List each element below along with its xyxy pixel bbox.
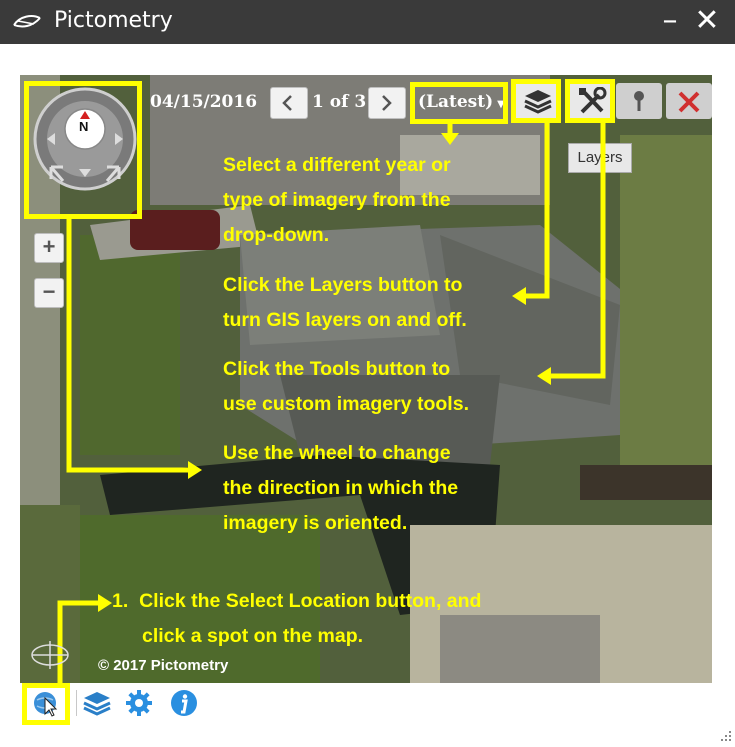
instruction-select-1: 1. Click the Select Location button, and <box>112 590 482 612</box>
close-button[interactable]: ✕ <box>692 6 722 36</box>
instruction-layers-1: Click the Layers button to <box>223 274 463 296</box>
instruction-wheel-3: imagery is oriented. <box>223 512 408 534</box>
north-arrow-icon <box>31 641 69 669</box>
title-bar: Pictometry – ✕ <box>0 0 735 44</box>
map-view[interactable]: N + − 04/15/2016 1 of 3 (Latest) ▼ Layer… <box>20 75 712 683</box>
instruction-wheel-2: the direction in which the <box>223 477 459 499</box>
gear-icon[interactable] <box>124 688 154 718</box>
instruction-year-1: Select a different year or <box>223 154 451 176</box>
copyright-text: © 2017 Pictometry <box>98 657 229 674</box>
minimize-button[interactable]: – <box>655 6 685 36</box>
instruction-year-3: drop-down. <box>223 224 330 246</box>
info-icon[interactable] <box>169 688 199 718</box>
instruction-tools-1: Click the Tools button to <box>223 358 451 380</box>
pictometry-logo-icon <box>13 15 41 28</box>
instruction-layers-2: turn GIS layers on and off. <box>223 309 467 331</box>
resize-grip-icon[interactable] <box>715 727 733 745</box>
window-title: Pictometry <box>54 8 173 33</box>
instruction-tools-2: use custom imagery tools. <box>223 393 469 415</box>
select-location-icon[interactable] <box>31 688 61 718</box>
instruction-wheel-1: Use the wheel to change <box>223 442 451 464</box>
toolbar-divider <box>76 690 77 716</box>
instruction-select-2: click a spot on the map. <box>142 625 364 647</box>
bottom-toolbar <box>20 683 712 725</box>
instruction-year-2: type of imagery from the <box>223 189 451 211</box>
layers-icon[interactable] <box>82 688 112 718</box>
